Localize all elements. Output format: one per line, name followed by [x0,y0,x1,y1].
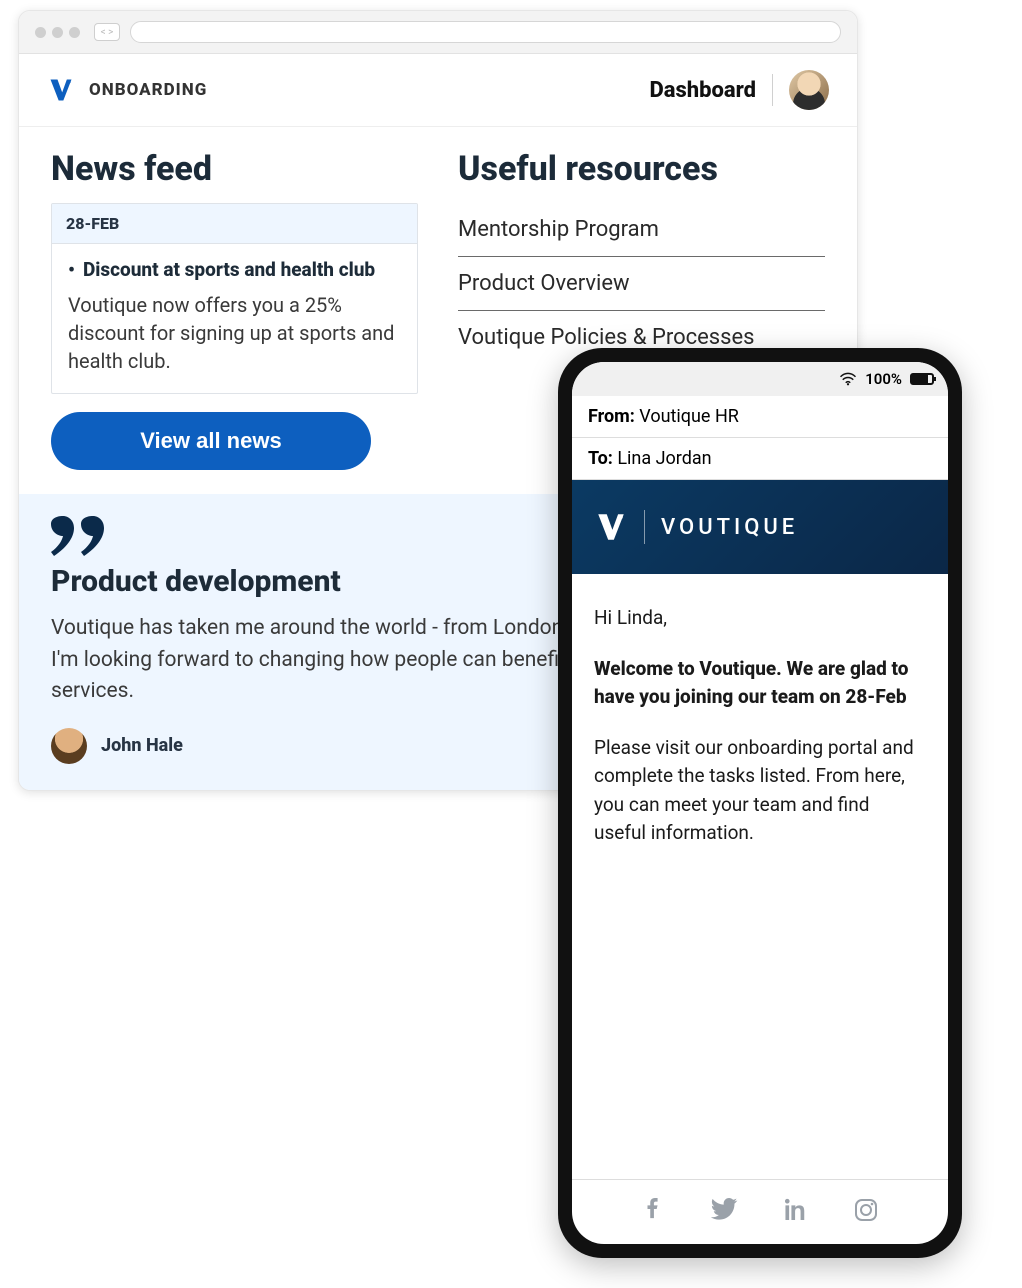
to-value: Lina Jordan [617,448,711,469]
news-title: Discount at sports and health club [68,258,401,281]
divider [772,74,773,106]
mail-brand-title: VOUTIQUE [661,515,798,540]
news-feed-column: News feed 28-FEB Discount at sports and … [51,149,418,494]
instagram-icon[interactable] [854,1198,878,1222]
view-all-news-button[interactable]: View all news [51,412,371,470]
resources-heading: Useful resources [458,149,825,189]
linkedin-icon[interactable] [784,1198,808,1220]
facebook-icon[interactable] [642,1198,664,1220]
divider [644,510,645,544]
news-body: Discount at sports and health club Vouti… [52,244,417,393]
nav-arrows-icon[interactable]: < > [94,23,120,41]
url-bar[interactable] [130,21,841,43]
phone-frame: 100% From: Voutique HR To: Lina Jordan V… [558,348,962,1258]
mail-brand-banner: VOUTIQUE [572,480,948,574]
mail-from-row: From: Voutique HR [572,396,948,438]
profile-avatar[interactable] [789,70,829,110]
quote-icon [51,516,105,556]
mail-to-row: To: Lina Jordan [572,438,948,480]
window-traffic-lights [35,27,80,38]
mail-welcome: Welcome to Voutique. We are glad to have… [594,655,926,712]
brand: ONBOARDING [47,76,207,104]
resource-link[interactable]: Product Overview [458,257,825,311]
mail-social-footer [572,1179,948,1244]
news-card: 28-FEB Discount at sports and health clu… [51,203,418,394]
from-value: Voutique HR [639,406,739,427]
dashboard-link[interactable]: Dashboard [649,78,756,103]
battery-icon [910,373,934,385]
mail-paragraph: Please visit our onboarding portal and c… [594,734,926,848]
mail-greeting: Hi Linda, [594,604,926,633]
logo-icon [594,510,628,544]
app-header: ONBOARDING Dashboard [19,54,857,127]
browser-chrome: < > [19,11,857,54]
news-feed-heading: News feed [51,149,418,189]
traffic-dot-icon [52,27,63,38]
resource-link[interactable]: Mentorship Program [458,203,825,257]
wifi-icon [839,372,857,386]
author-name: John Hale [101,735,183,756]
author-avatar [51,728,87,764]
from-label: From: [588,406,635,427]
twitter-icon[interactable] [710,1198,738,1220]
to-label: To: [588,448,613,469]
mail-body: Hi Linda, Welcome to Voutique. We are gl… [572,574,948,1179]
traffic-dot-icon [69,27,80,38]
page-title: ONBOARDING [89,80,207,100]
traffic-dot-icon [35,27,46,38]
phone-status-bar: 100% [572,362,948,396]
news-date: 28-FEB [52,204,417,244]
logo-icon [47,76,75,104]
phone-screen: 100% From: Voutique HR To: Lina Jordan V… [572,362,948,1244]
battery-percentage: 100% [865,370,902,388]
header-actions: Dashboard [649,70,829,110]
news-text: Voutique now offers you a 25% discount f… [68,291,401,375]
